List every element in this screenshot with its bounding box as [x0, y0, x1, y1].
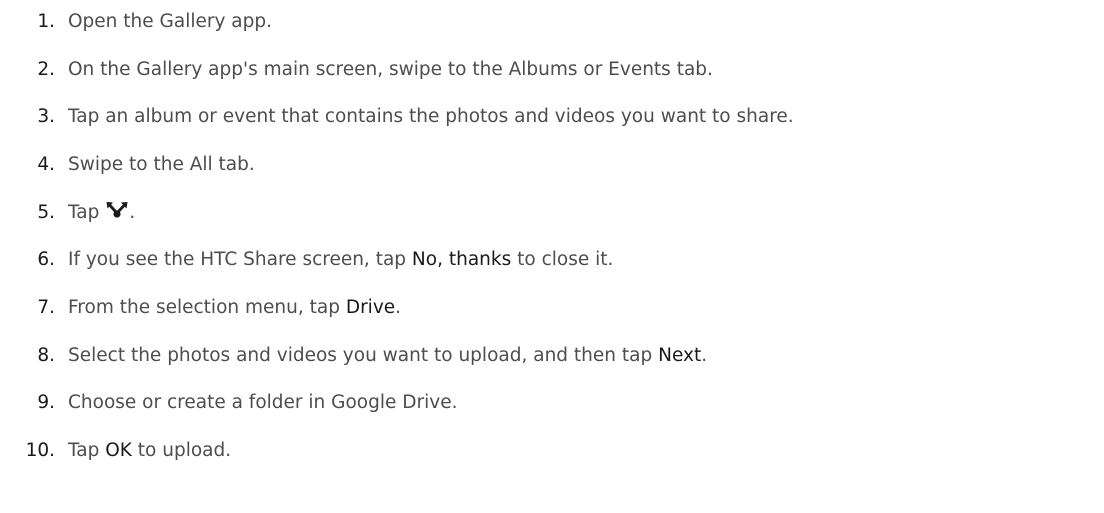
- ui-label-next: Next: [658, 345, 702, 366]
- step-text-part: Open the Gallery app.: [68, 11, 273, 32]
- step-number: 5.: [37, 202, 55, 223]
- step-item-9: 9. Choose or create a folder in Google D…: [0, 388, 457, 418]
- step-text: Choose or create a folder in Google Driv…: [68, 388, 457, 418]
- step-text-part: Select the photos and videos you want to…: [68, 345, 659, 366]
- step-number: 6.: [37, 249, 55, 270]
- step-item-6: 6. If you see the HTC Share screen, tap …: [0, 245, 613, 275]
- step-item-7: 7. From the selection menu, tap Drive.: [0, 293, 401, 323]
- step-text-part: Tap an album or event that contains the …: [68, 106, 794, 127]
- step-text-part: Swipe to the All tab.: [68, 154, 255, 175]
- step-text-part: Tap: [68, 440, 106, 461]
- step-number: 7.: [37, 297, 55, 318]
- step-text: On the Gallery app's main screen, swipe …: [68, 55, 713, 85]
- step-item-10: 10. Tap OK to upload.: [0, 436, 232, 466]
- step-number: 3.: [37, 106, 55, 127]
- step-text: Tap an album or event that contains the …: [68, 102, 794, 132]
- share-icon: [105, 201, 129, 219]
- step-number: 2.: [37, 59, 55, 80]
- step-text: Open the Gallery app.: [68, 7, 272, 37]
- step-item-1: 1. Open the Gallery app.: [0, 7, 272, 37]
- step-text-part: .: [395, 297, 402, 318]
- step-item-3: 3. Tap an album or event that contains t…: [0, 102, 794, 132]
- step-text-part: .: [701, 345, 708, 366]
- step-item-8: 8. Select the photos and videos you want…: [0, 341, 707, 371]
- step-text-part: On the Gallery app's main screen, swipe …: [68, 59, 713, 80]
- step-text-part: to close it.: [511, 249, 614, 270]
- step-text-part: From the selection menu, tap: [68, 297, 346, 318]
- ui-label-no-thanks: No, thanks: [411, 249, 512, 270]
- step-text-part: If you see the HTC Share screen, tap: [68, 249, 412, 270]
- step-text-part: Choose or create a folder in Google Driv…: [68, 392, 458, 413]
- step-text-part: to upload.: [131, 440, 232, 461]
- step-number: 1.: [37, 11, 55, 32]
- step-number: 4.: [37, 154, 55, 175]
- step-item-2: 2. On the Gallery app's main screen, swi…: [0, 55, 713, 85]
- step-text-part: Tap: [68, 202, 100, 223]
- step-number: 9.: [37, 392, 55, 413]
- step-number: 10.: [25, 440, 55, 461]
- step-item-4: 4. Swipe to the All tab.: [0, 150, 255, 180]
- step-text: From the selection menu, tap Drive.: [68, 293, 401, 323]
- step-text: If you see the HTC Share screen, tap No,…: [68, 245, 613, 275]
- step-text-part: .: [129, 202, 136, 223]
- ui-label-ok: OK: [105, 440, 132, 461]
- step-text: Tap .: [68, 198, 135, 228]
- step-text: Select the photos and videos you want to…: [68, 341, 707, 371]
- step-number: 8.: [37, 345, 55, 366]
- step-text: Tap OK to upload.: [68, 436, 231, 466]
- step-item-5: 5. Tap .: [0, 198, 135, 228]
- step-text: Swipe to the All tab.: [68, 150, 255, 180]
- ui-label-drive: Drive: [345, 297, 396, 318]
